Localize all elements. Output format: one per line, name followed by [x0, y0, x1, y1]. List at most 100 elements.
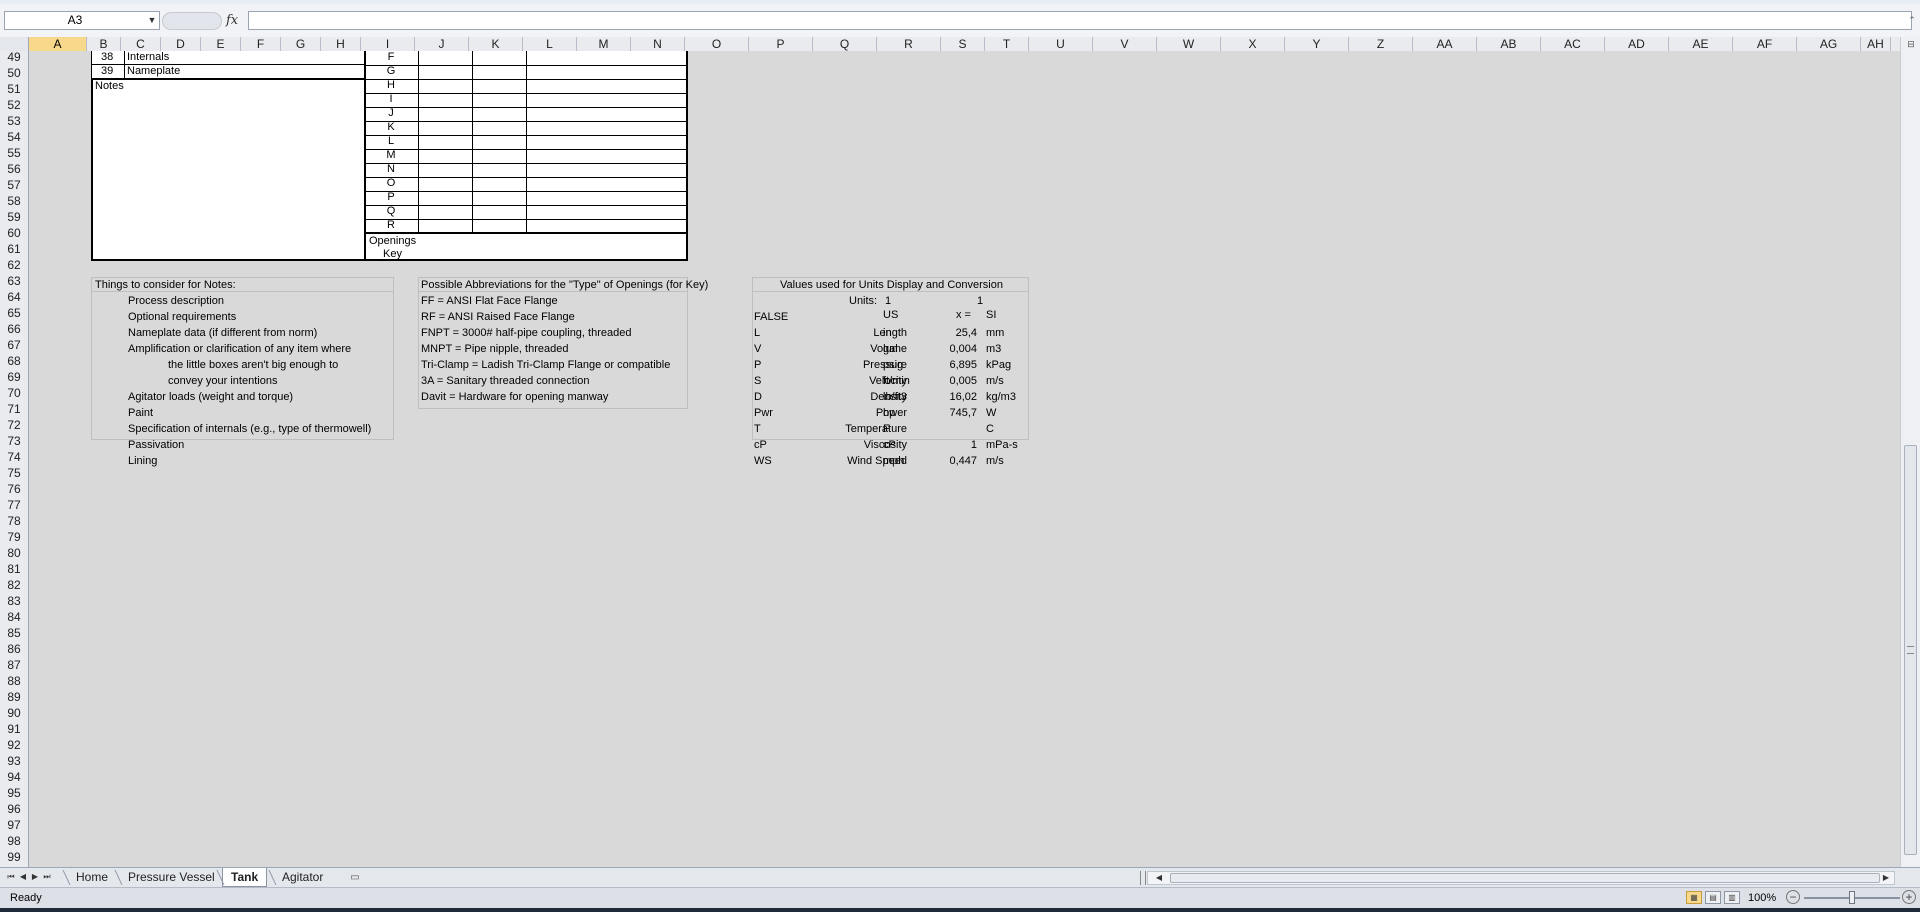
insert-function-icon[interactable]: fx: [226, 13, 246, 29]
chevron-down-icon[interactable]: ▼: [145, 12, 159, 29]
row-header[interactable]: 55: [0, 147, 28, 163]
column-header[interactable]: A: [29, 37, 87, 51]
column-header[interactable]: L: [523, 37, 577, 51]
horizontal-scrollbar[interactable]: [1147, 871, 1895, 885]
row-header[interactable]: 54: [0, 131, 28, 147]
row-header[interactable]: 95: [0, 787, 28, 803]
column-header[interactable]: AF: [1733, 37, 1797, 51]
scroll-left-icon[interactable]: ◀: [1153, 871, 1165, 885]
row-header[interactable]: 90: [0, 707, 28, 723]
row-header[interactable]: 80: [0, 547, 28, 563]
next-sheet-icon[interactable]: ▶: [30, 870, 40, 884]
row-header[interactable]: 70: [0, 387, 28, 403]
row-header[interactable]: 64: [0, 291, 28, 307]
column-header[interactable]: W: [1157, 37, 1221, 51]
column-header[interactable]: O: [685, 37, 749, 51]
column-header[interactable]: M: [577, 37, 631, 51]
vertical-scrollbar[interactable]: ⊟: [1900, 37, 1920, 867]
column-header[interactable]: R: [877, 37, 941, 51]
row-header[interactable]: 74: [0, 451, 28, 467]
column-header[interactable]: E: [201, 37, 241, 51]
row-header[interactable]: 97: [0, 819, 28, 835]
sheet-tab[interactable]: Home: [68, 868, 116, 887]
row-header[interactable]: 91: [0, 723, 28, 739]
row-header[interactable]: 75: [0, 467, 28, 483]
row-header[interactable]: 86: [0, 643, 28, 659]
zoom-level[interactable]: 100%: [1748, 891, 1776, 905]
row-header[interactable]: 77: [0, 499, 28, 515]
row-header[interactable]: 92: [0, 739, 28, 755]
vertical-scroll-thumb[interactable]: [1904, 445, 1917, 855]
prev-sheet-icon[interactable]: ◀: [18, 870, 28, 884]
row-header[interactable]: 88: [0, 675, 28, 691]
column-header[interactable]: AD: [1605, 37, 1669, 51]
column-header[interactable]: B: [87, 37, 121, 51]
row-header[interactable]: 99: [0, 851, 28, 867]
row-header[interactable]: 93: [0, 755, 28, 771]
split-handle-icon[interactable]: ⊟: [1903, 37, 1919, 51]
row-header[interactable]: 98: [0, 835, 28, 851]
horizontal-scroll-thumb[interactable]: [1170, 873, 1880, 883]
row-header[interactable]: 59: [0, 211, 28, 227]
column-header[interactable]: AG: [1797, 37, 1861, 51]
column-header[interactable]: H: [321, 37, 361, 51]
row-header[interactable]: 81: [0, 563, 28, 579]
column-header[interactable]: J: [415, 37, 469, 51]
page-break-view-icon[interactable]: ▥: [1724, 891, 1740, 904]
expand-formula-bar-icon[interactable]: ⌃: [1906, 13, 1918, 27]
column-header[interactable]: AA: [1413, 37, 1477, 51]
row-header[interactable]: 58: [0, 195, 28, 211]
row-header[interactable]: 60: [0, 227, 28, 243]
column-header[interactable]: Y: [1285, 37, 1349, 51]
column-header[interactable]: F: [241, 37, 281, 51]
tab-split-handle[interactable]: [1140, 871, 1146, 885]
row-header[interactable]: 83: [0, 595, 28, 611]
row-header[interactable]: 73: [0, 435, 28, 451]
sheet-tab[interactable]: Tank: [222, 868, 268, 887]
last-sheet-icon[interactable]: ⏭: [42, 870, 52, 884]
column-header[interactable]: AE: [1669, 37, 1733, 51]
row-header[interactable]: 69: [0, 371, 28, 387]
column-header[interactable]: G: [281, 37, 321, 51]
column-header[interactable]: D: [161, 37, 201, 51]
row-header[interactable]: 50: [0, 67, 28, 83]
column-header[interactable]: K: [469, 37, 523, 51]
normal-view-icon[interactable]: ▦: [1686, 891, 1702, 904]
row-header[interactable]: 72: [0, 419, 28, 435]
row-header[interactable]: 52: [0, 99, 28, 115]
row-header[interactable]: 79: [0, 531, 28, 547]
select-all-corner[interactable]: [0, 37, 29, 51]
column-header[interactable]: AC: [1541, 37, 1605, 51]
column-header[interactable]: Z: [1349, 37, 1413, 51]
row-header[interactable]: 68: [0, 355, 28, 371]
column-header[interactable]: S: [941, 37, 985, 51]
column-header[interactable]: C: [121, 37, 161, 51]
row-header[interactable]: 53: [0, 115, 28, 131]
row-header[interactable]: 67: [0, 339, 28, 355]
sheet-tab[interactable]: Pressure Vessel: [120, 868, 223, 887]
row-header[interactable]: 82: [0, 579, 28, 595]
scroll-right-icon[interactable]: ▶: [1880, 871, 1892, 885]
page-layout-view-icon[interactable]: ▤: [1705, 891, 1721, 904]
row-header[interactable]: 49: [0, 51, 28, 67]
column-header[interactable]: V: [1093, 37, 1157, 51]
row-header[interactable]: 94: [0, 771, 28, 787]
column-header[interactable]: AB: [1477, 37, 1541, 51]
column-header[interactable]: P: [749, 37, 813, 51]
zoom-out-icon[interactable]: −: [1786, 890, 1800, 904]
row-header[interactable]: 62: [0, 259, 28, 275]
column-header[interactable]: I: [361, 37, 415, 51]
row-header[interactable]: 66: [0, 323, 28, 339]
row-header[interactable]: 61: [0, 243, 28, 259]
row-header[interactable]: 76: [0, 483, 28, 499]
column-header[interactable]: N: [631, 37, 685, 51]
row-header[interactable]: 56: [0, 163, 28, 179]
row-header[interactable]: 71: [0, 403, 28, 419]
sheet-tab[interactable]: Agitator: [274, 868, 331, 887]
name-box[interactable]: A3 ▼: [4, 11, 160, 30]
row-header[interactable]: 87: [0, 659, 28, 675]
row-header[interactable]: 89: [0, 691, 28, 707]
row-header[interactable]: 51: [0, 83, 28, 99]
column-header[interactable]: T: [985, 37, 1029, 51]
row-header[interactable]: 78: [0, 515, 28, 531]
